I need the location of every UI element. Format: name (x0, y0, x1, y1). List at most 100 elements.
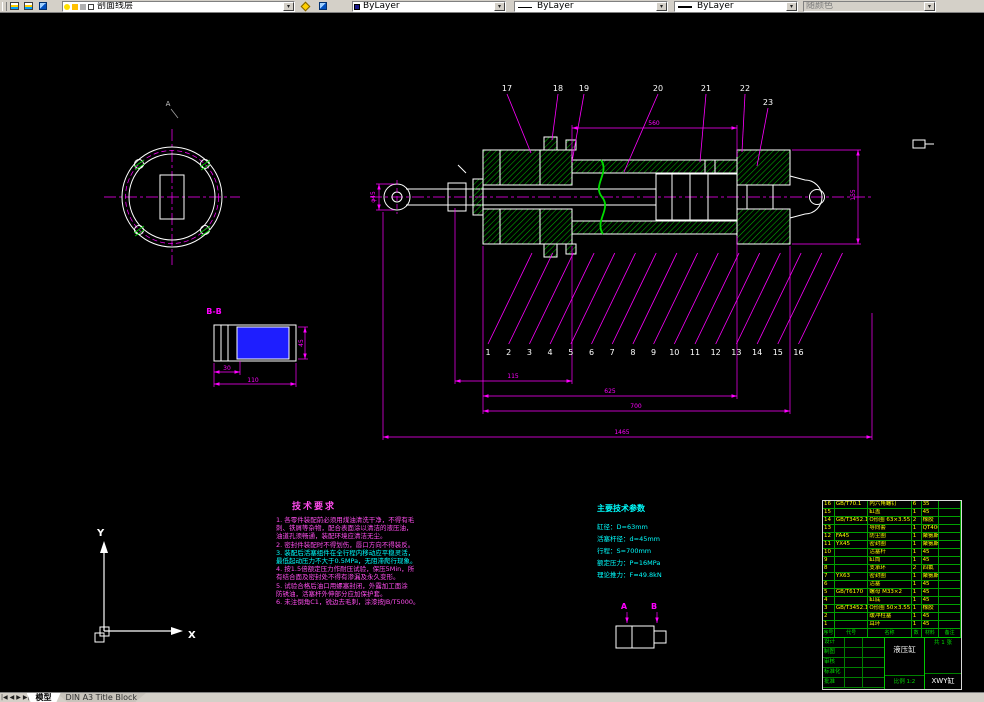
tech-parameters-body: 缸径：D=63mm 活塞杆径：d=45mm 行程：S=700mm 额定压力：P=16M… (597, 521, 717, 581)
detail-label-a: A (621, 602, 628, 611)
linetype-sample-icon (518, 7, 532, 8)
parts-list-row: 14 GB/T3452.1 O形圈 63×3.55 2 橡胶 (823, 517, 961, 525)
signature-rows: 设计 制图 审核 标准化 批准 (823, 638, 885, 689)
layer-previous-icon[interactable] (316, 0, 329, 12)
object-properties-toolbar: 剖面线层 ▾ ByLayer ▾ ByLayer ▾ ByLayer ▾ 随颜色… (0, 0, 984, 13)
signature-row: 标准化 (823, 668, 884, 678)
toolbar-grip[interactable] (2, 2, 7, 11)
callout-label-bottom: 12 (711, 348, 721, 357)
tech-parameter-line: 理论推力：F≈49.8kN (597, 571, 662, 579)
tech-note-line: 刺、铁屑等杂物，配合表面涂以清洁的液压油， (276, 524, 413, 533)
next-tab-button[interactable]: ▶ (16, 694, 21, 702)
parts-list-row: 9 缸筒 1 45 (823, 557, 961, 565)
parts-list-header: 序号代号名称数量材料备注 (823, 629, 961, 638)
parts-list-row: 13 导向套 1 QT400 (823, 525, 961, 533)
callout-label-top: 19 (579, 84, 589, 93)
technical-requirements: 技术要求 1. 各零件装配前必须用煤油清洗干净，不得有毛 刺、铁屑等杂物，配合表面… (276, 499, 478, 606)
tab-layout-din-a3[interactable]: DIN A3 Title Block (56, 693, 147, 702)
blue-part-section (236, 326, 290, 360)
callout-label-bottom: 8 (630, 348, 635, 357)
callout-label-bottom: 11 (690, 348, 700, 357)
parts-list-row: 2 缓冲柱塞 1 45 (823, 613, 961, 621)
tech-parameter-line: 活塞杆径：d=45mm (597, 535, 661, 543)
autocad-window: 剖面线层 ▾ ByLayer ▾ ByLayer ▾ ByLayer ▾ 随颜色… (0, 0, 984, 702)
diamond-icon (300, 1, 311, 11)
layer-on-icon (64, 4, 70, 10)
linetype-combo-arrow[interactable]: ▾ (656, 2, 667, 11)
technical-parameters: 主要技术参数 缸径：D=63mm 活塞杆径：d=45mm 行程：S=700mm 额定压… (597, 503, 717, 581)
tech-note-line: 防锈油，活塞杆外伸部分应加保护套。 (276, 589, 387, 598)
dim-bb-b: 110 (247, 377, 259, 384)
parts-list-row: 11 YX45 密封圈 1 聚氨酯 (823, 541, 961, 549)
tech-parameter-line: 缸径：D=63mm (597, 523, 648, 531)
ucs-y-label: Y (96, 528, 105, 539)
layer-combo-arrow[interactable]: ▾ (283, 2, 294, 11)
layer-manager-icon[interactable] (36, 0, 49, 12)
tech-requirements-body: 1. 各零件装配前必须用煤油清洗干净，不得有毛 刺、铁屑等杂物，配合表面涂以清洁的… (276, 516, 478, 606)
lineweight-combo[interactable]: ByLayer ▾ (674, 1, 798, 12)
tech-note-line: 有结合面及密封处不得有渗漏及永久变形。 (276, 573, 400, 582)
callout-label-top: 18 (553, 84, 563, 93)
callout-label-bottom: 7 (610, 348, 615, 357)
parts-list-row: 8 支承环 2 四氟 (823, 565, 961, 573)
callout-label-bottom: 16 (793, 348, 803, 357)
callout-label-bottom: 10 (669, 348, 679, 357)
layer-combo-value: 剖面线层 (97, 1, 134, 11)
signature-row: 制图 (823, 648, 884, 658)
tab-model[interactable]: 模型 (26, 693, 61, 702)
color-combo-arrow[interactable]: ▾ (494, 2, 505, 11)
scale-cell: 比例 1:2 (885, 675, 924, 689)
layer-color-swatch (88, 4, 94, 10)
parts-list: 16 GB/T70.1 内六角螺钉 6 35 15 缸盖 1 45 14 GB/T3452.1 O形圈… (823, 501, 961, 629)
color-combo[interactable]: ByLayer ▾ (352, 1, 506, 12)
detail-label-b: B (651, 602, 657, 611)
scale-label: 比例 (893, 679, 905, 685)
tech-parameter-line: 额定压力：P=16MPa (597, 559, 661, 567)
layer-lock-icon (80, 4, 86, 10)
layer-thaw-icon (72, 4, 78, 10)
signature-row: 设计 (823, 638, 884, 648)
lineweight-combo-arrow[interactable]: ▾ (786, 2, 797, 11)
layer-states-icon[interactable] (22, 0, 35, 12)
layer-combo[interactable]: 剖面线层 ▾ (62, 1, 295, 12)
layout-tab-bar: |◀ ◀ ▶ ▶| 模型 DIN A3 Title Block (0, 692, 984, 702)
flange-end-view: A (104, 100, 240, 265)
sheet-cell: 共 1 张 (934, 640, 952, 646)
callout-label-bottom: 5 (568, 348, 573, 357)
linetype-combo[interactable]: ByLayer ▾ (514, 1, 668, 12)
section-b-b-detail: B-B 30 110 45 (206, 307, 308, 387)
callout-label-bottom: 1 (485, 348, 490, 357)
parts-list-row: 1 耳环 1 45 (823, 621, 961, 629)
layer-stack-icon (24, 2, 33, 10)
callout-label-top: 17 (502, 84, 512, 93)
dim-total: 1465 (614, 429, 629, 436)
dim-tube: 560 (648, 120, 660, 127)
tech-note-line: 油道孔须畅通，装配环境应清洁无尘。 (276, 532, 387, 541)
dim-bb-h: 45 (298, 339, 305, 347)
callout-label-bottom: 14 (752, 348, 762, 357)
signature-row: 批准 (823, 678, 884, 688)
layer-properties-icon[interactable] (8, 0, 21, 12)
section-arrow-label: A (166, 100, 171, 108)
callout-label-bottom: 2 (506, 348, 511, 357)
ucs-icon: Y X (94, 528, 196, 643)
title-block: 16 GB/T70.1 内六角螺钉 6 35 15 缸盖 1 45 14 GB/T3452.1 O形圈… (822, 500, 962, 690)
parts-list-row: 10 活塞杆 1 45 (823, 549, 961, 557)
make-object-layer-current-icon[interactable] (299, 0, 312, 12)
color-combo-value: ByLayer (363, 1, 400, 11)
roughness-symbol (912, 139, 926, 149)
layer-blue-icon (38, 2, 47, 10)
tech-note-line: 5. 试验合格后油口用螺塞封闭，外露加工面涂 (276, 581, 408, 590)
lineweight-sample-icon (678, 6, 692, 8)
part-name: 液压缸 (893, 645, 916, 654)
callouts-bottom: 1 2 3 4 5 6 7 8 9 10 11 12 13 14 15 16 (485, 252, 843, 357)
signature-row: 审核 (823, 658, 884, 668)
dim-rod: φ45 (370, 191, 377, 203)
prev-tab-button[interactable]: ◀ (10, 694, 15, 702)
layer-previous-glyph-icon (318, 2, 327, 10)
callout-label-bottom: 4 (548, 348, 553, 357)
drawing-canvas[interactable]: A B-B 30 110 45 560 155 φ45 115 625 700 … (0, 13, 984, 692)
callout-label-top: 20 (653, 84, 663, 93)
layers-icon (10, 2, 19, 10)
first-tab-button[interactable]: |◀ (1, 694, 8, 702)
